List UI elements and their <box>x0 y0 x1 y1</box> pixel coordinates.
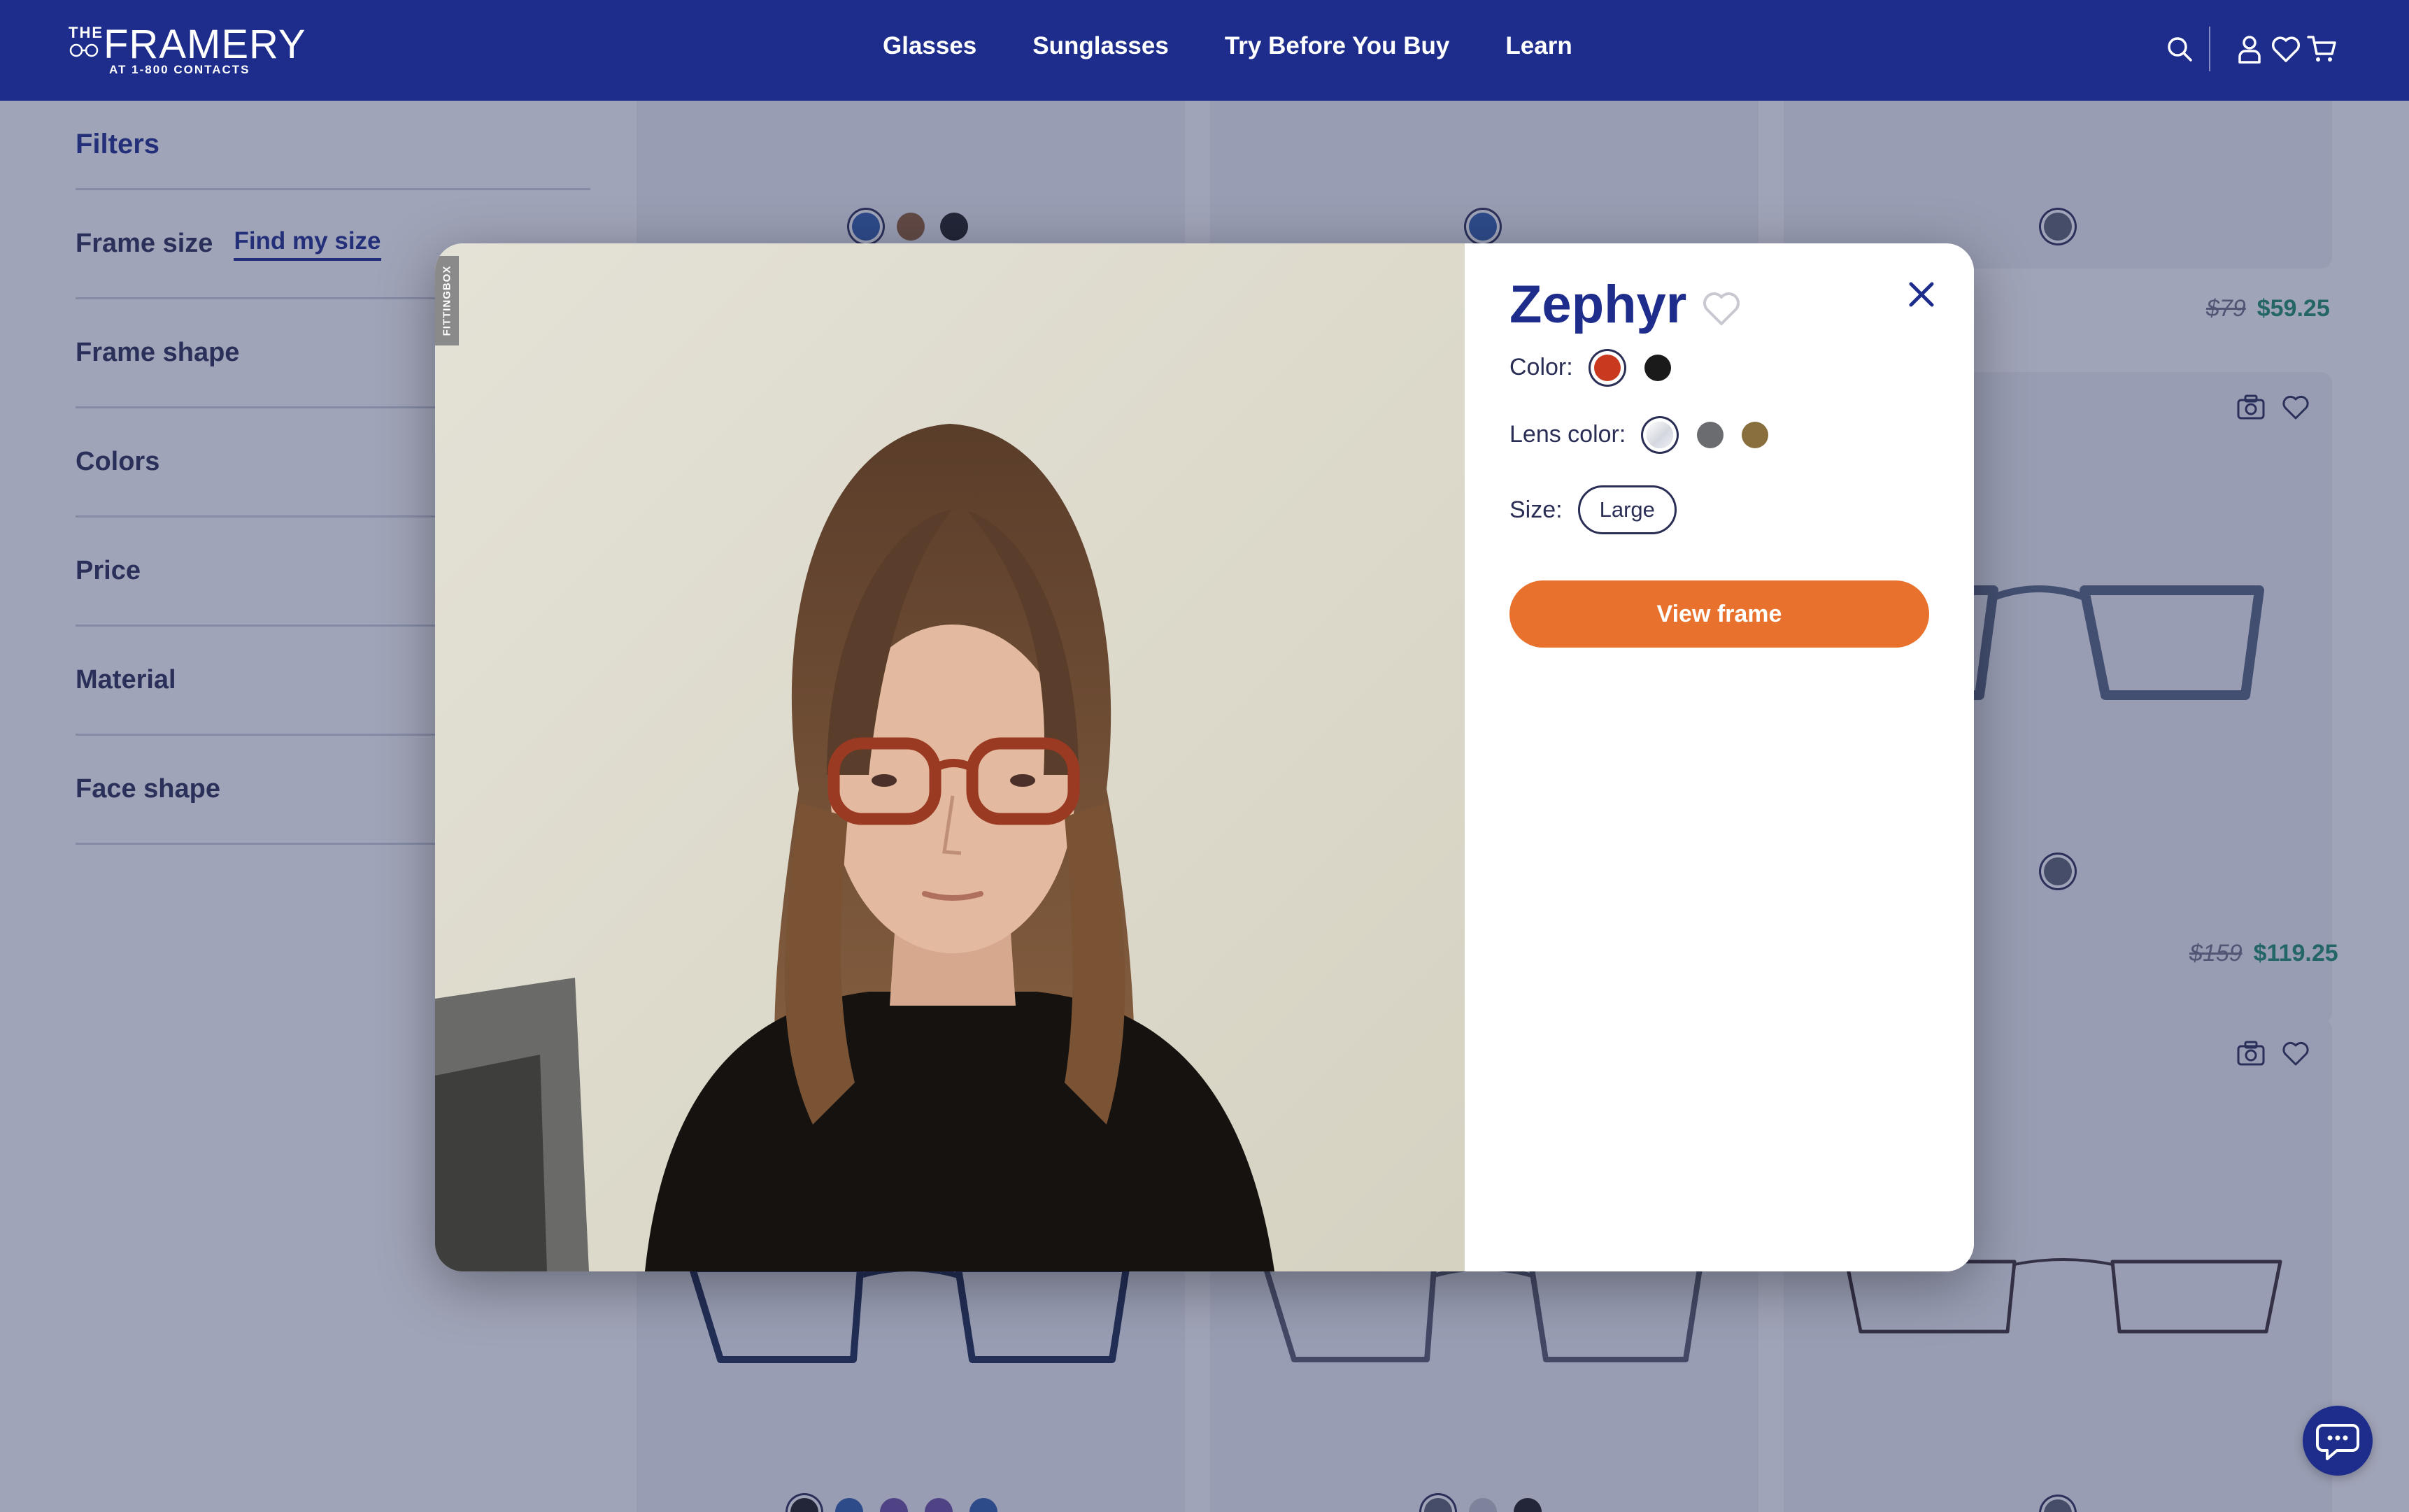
account-icon[interactable] <box>2231 31 2268 67</box>
main-nav: Glasses Sunglasses Try Before You Buy Le… <box>883 32 1572 60</box>
nav-try-before-you-buy[interactable]: Try Before You Buy <box>1225 32 1450 60</box>
frame-title-row: Zephyr <box>1509 274 1742 335</box>
lens-option-gray[interactable] <box>1697 421 1724 448</box>
logo-subtitle: AT 1-800 CONTACTS <box>109 63 250 76</box>
chat-button[interactable] <box>2303 1406 2373 1476</box>
cart-icon[interactable] <box>2304 31 2340 67</box>
virtual-try-on-modal: FITTINGBOX Zephyr Color: Lens color: Siz… <box>435 243 1974 1271</box>
header-icons <box>2161 27 2340 71</box>
size-options: Size: Large <box>1509 485 1677 534</box>
fittingbox-badge: FITTINGBOX <box>435 256 459 345</box>
lens-color-label: Lens color: <box>1509 421 1626 448</box>
chat-icon <box>2316 1424 2359 1460</box>
header-divider <box>2209 27 2210 71</box>
favorite-heart-icon[interactable] <box>1700 287 1742 329</box>
close-icon[interactable] <box>1904 277 1939 312</box>
nav-sunglasses[interactable]: Sunglasses <box>1032 32 1169 60</box>
lens-option-clear[interactable] <box>1647 421 1674 448</box>
nav-learn[interactable]: Learn <box>1505 32 1572 60</box>
color-option-black[interactable] <box>1644 354 1671 381</box>
logo-brand: FRAMERY <box>104 22 306 67</box>
try-on-camera-view[interactable]: FITTINGBOX <box>435 243 1465 1271</box>
size-option-large[interactable]: Large <box>1577 485 1677 534</box>
glasses-logo-icon <box>69 43 99 57</box>
search-icon[interactable] <box>2161 31 2198 67</box>
frame-name: Zephyr <box>1509 275 1687 334</box>
frame-details-panel: Zephyr Color: Lens color: Size: Large Vi… <box>1465 243 1974 1271</box>
site-header: THE FRAMERY AT 1-800 CONTACTS Glasses Su… <box>0 0 2409 101</box>
nav-glasses[interactable]: Glasses <box>883 32 976 60</box>
view-frame-button[interactable]: View frame <box>1509 580 1929 648</box>
camera-feed-image <box>435 243 1465 1271</box>
lens-option-brown[interactable] <box>1742 421 1769 448</box>
size-label: Size: <box>1509 496 1563 523</box>
lens-color-options: Lens color: <box>1509 421 1786 448</box>
framery-logo[interactable]: THE FRAMERY AT 1-800 CONTACTS <box>67 21 306 81</box>
logo-the: THE <box>69 24 104 41</box>
frame-color-options: Color: <box>1509 354 1689 381</box>
color-label: Color: <box>1509 354 1573 380</box>
color-option-red[interactable] <box>1593 354 1621 381</box>
heart-icon[interactable] <box>2268 31 2304 67</box>
